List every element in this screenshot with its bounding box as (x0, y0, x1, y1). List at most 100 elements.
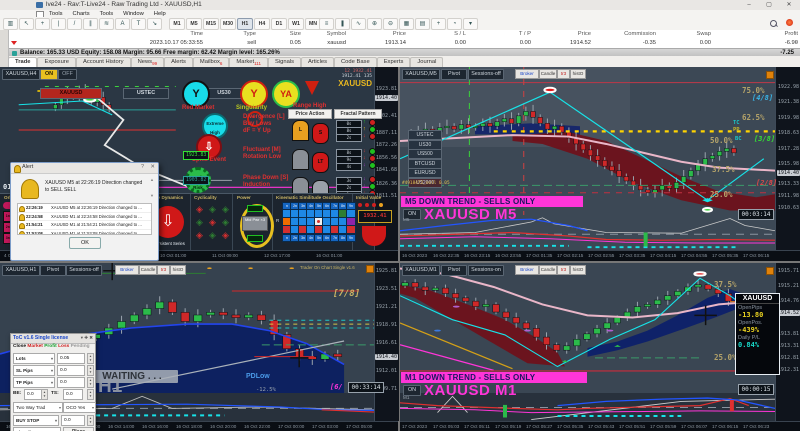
candlestick-icon[interactable]: ❚ (335, 18, 350, 30)
periods-icon[interactable]: ◔ (447, 18, 462, 30)
timeframe-W1[interactable]: W1 (288, 18, 304, 30)
be-stepper[interactable]: ▲ ▼ (41, 389, 48, 400)
toc-pending[interactable]: Pending (71, 344, 90, 349)
chip-tr3[interactable]: tr3 (557, 265, 570, 275)
chip-broker[interactable]: Broker (115, 265, 139, 275)
toc-close[interactable]: Close (13, 344, 26, 349)
gauge-red-market-icon[interactable]: Y (182, 80, 210, 108)
chip-tr3[interactable]: tr3 (157, 265, 170, 275)
label-icon[interactable]: T (131, 18, 146, 30)
chart-bl-price-scale[interactable]: 1925.81 1923.51 1921.21 1918.91 1916.61 1914.… (374, 263, 399, 421)
symbol-button-ustec[interactable]: USTEC (123, 88, 169, 99)
tp-select[interactable]: TP Pips (13, 377, 55, 388)
alert-help-button[interactable]: ? (141, 164, 144, 170)
zoom-out-icon[interactable]: ⊖ (383, 18, 398, 30)
lots-stepper[interactable]: ▲ ▼ (87, 353, 94, 364)
sl-input[interactable]: 0.0 (57, 365, 85, 376)
zoom-in-icon[interactable]: ⊕ (367, 18, 382, 30)
chart-br-expert-icon[interactable] (766, 267, 774, 275)
alert-dialog[interactable]: Alert ? ✕ XAUUSD M5 at 22:26:19 Directio… (10, 162, 159, 261)
be-input[interactable]: 0.0 (24, 389, 42, 400)
timeframe-M15[interactable]: M15 (203, 18, 219, 30)
chart-br-symbol-chip[interactable]: XAUUSD,M1 (402, 265, 440, 276)
crosshair-icon[interactable]: + (35, 18, 50, 30)
chart-tr-symbol-chip[interactable]: XAUUSD,M5 (402, 69, 440, 80)
chart-tr-price-scale[interactable]: 1922.98 1921.38 1919.98 1918.63 1917.28 1915.… (775, 67, 800, 250)
timeframe-H1[interactable]: H1 (237, 18, 253, 30)
gauge-singularity-icon[interactable]: Y (240, 80, 268, 108)
text-icon[interactable]: A (115, 18, 130, 30)
toc-loss[interactable]: Loss (58, 344, 69, 349)
vertical-line-icon[interactable]: | (51, 18, 66, 30)
chip-candle[interactable]: Candle (539, 265, 557, 275)
tile-windows-icon[interactable]: ▦ (399, 18, 414, 30)
symbol-button-us30[interactable]: US30 (408, 139, 442, 150)
toc-market[interactable]: Market (27, 344, 42, 349)
chip-tr3[interactable]: tr3 (557, 69, 570, 79)
chip-histo[interactable]: histO (570, 265, 586, 275)
notification-icon[interactable] (786, 19, 793, 26)
templates-icon[interactable]: ▾ (463, 18, 478, 30)
chip-candle[interactable]: Candle (539, 69, 557, 79)
chip-histo[interactable]: histO (170, 265, 186, 275)
chip-candle[interactable]: Candle (139, 265, 157, 275)
order-value-stepper[interactable]: ▲ ▼ (87, 415, 94, 426)
distance-select[interactable]: pips distance (13, 427, 61, 431)
symbol-button-xauusd[interactable]: XAUUSD (40, 88, 102, 99)
trade-panel-controls[interactable]: ▾ ✚ ✖ (81, 335, 93, 341)
indicators-icon[interactable]: + (431, 18, 446, 30)
timeframe-M5[interactable]: M5 (186, 18, 202, 30)
trade-mode-select[interactable]: Two Way Trad (13, 402, 63, 413)
tab-signals[interactable]: Signals (267, 57, 301, 67)
tab-market[interactable]: Market111 (229, 57, 268, 67)
chart-tl-symbol-chip[interactable]: XAUUSD,H4 (2, 69, 40, 80)
price-action-button[interactable]: Price Action (288, 109, 332, 119)
cursor-icon[interactable]: ↖ (19, 18, 34, 30)
tp-input[interactable]: 0.0 (57, 377, 85, 388)
new-chart-icon[interactable]: ▥ (3, 18, 18, 30)
alert-title-bar[interactable]: Alert ? ✕ (11, 163, 158, 174)
tab-experts[interactable]: Experts (376, 57, 411, 67)
tab-account-history[interactable]: Account History (75, 57, 131, 67)
tab-exposure[interactable]: Exposure (37, 57, 76, 67)
chart-tr-expert-icon[interactable] (766, 71, 774, 79)
tab-trade[interactable]: Trade (8, 57, 38, 67)
place-button[interactable]: Place (63, 427, 94, 431)
timeframe-M30[interactable]: M30 (220, 18, 236, 30)
tab-news[interactable]: News99 (130, 57, 165, 67)
terminal-side-strip[interactable]: Terminal (0, 30, 9, 67)
channel-icon[interactable]: ∥ (83, 18, 98, 30)
order-type-select[interactable]: BUY STOP (13, 415, 59, 426)
scroll-down-icon[interactable]: ▼ (150, 193, 154, 198)
toc-profit[interactable]: Profit (44, 344, 57, 349)
scroll-up-icon[interactable]: ▲ (150, 177, 154, 182)
chart-br-time-axis[interactable]: 17 Oct 2023 17 Oct 05:03 17 Oct 05:11 17 Oc… (400, 421, 800, 431)
alert-history-row[interactable]: 21:53:08 XAUUSD M1 at 21:53:08 Direction … (18, 230, 151, 234)
chart-bl-symbol-chip[interactable]: XAUUSD,H1 (2, 265, 40, 276)
cascade-icon[interactable]: ▤ (415, 18, 430, 30)
ts-input[interactable]: 0.0 (63, 389, 83, 400)
lots-select[interactable]: Lots (13, 353, 55, 364)
symbol-button-btcusd[interactable]: BTCUSD (408, 158, 442, 169)
maximize-button[interactable]: ▢ (762, 1, 776, 9)
chip-broker[interactable]: Broker (515, 69, 539, 79)
tab-code-base[interactable]: Code Base (334, 57, 377, 67)
chart-bl-pivot-button[interactable]: Pivot (40, 265, 66, 276)
fractal-pattern-button[interactable]: Fractal Pattern (334, 109, 382, 119)
line-chart-icon[interactable]: ∿ (351, 18, 366, 30)
tab-journal[interactable]: Journal (410, 57, 444, 67)
symbol-button-ustec[interactable]: USTEC (408, 130, 442, 140)
trendline-icon[interactable]: / (67, 18, 82, 30)
alert-close-button[interactable]: ✕ (150, 164, 155, 170)
order-row[interactable]: 2023.10.17 05:33:55 sell 0.05 xauusd 1913.14… (8, 39, 800, 48)
symbol-button-eurusd[interactable]: EURUSD (408, 168, 442, 179)
timeframe-H4[interactable]: H4 (254, 18, 270, 30)
bar-chart-icon[interactable]: ≡ (319, 18, 334, 30)
order-value-input[interactable]: 0.0 (61, 415, 85, 426)
close-button[interactable]: ✕ (782, 1, 796, 9)
lots-input[interactable]: 0.05 (57, 353, 85, 364)
timeframe-D1[interactable]: D1 (271, 18, 287, 30)
trade-panel[interactable]: ToC v1.6 Single license ▾ ✚ ✖ Close Mark… (10, 333, 96, 431)
tab-alerts[interactable]: Alerts (164, 57, 193, 67)
minimize-button[interactable]: – (742, 1, 756, 9)
